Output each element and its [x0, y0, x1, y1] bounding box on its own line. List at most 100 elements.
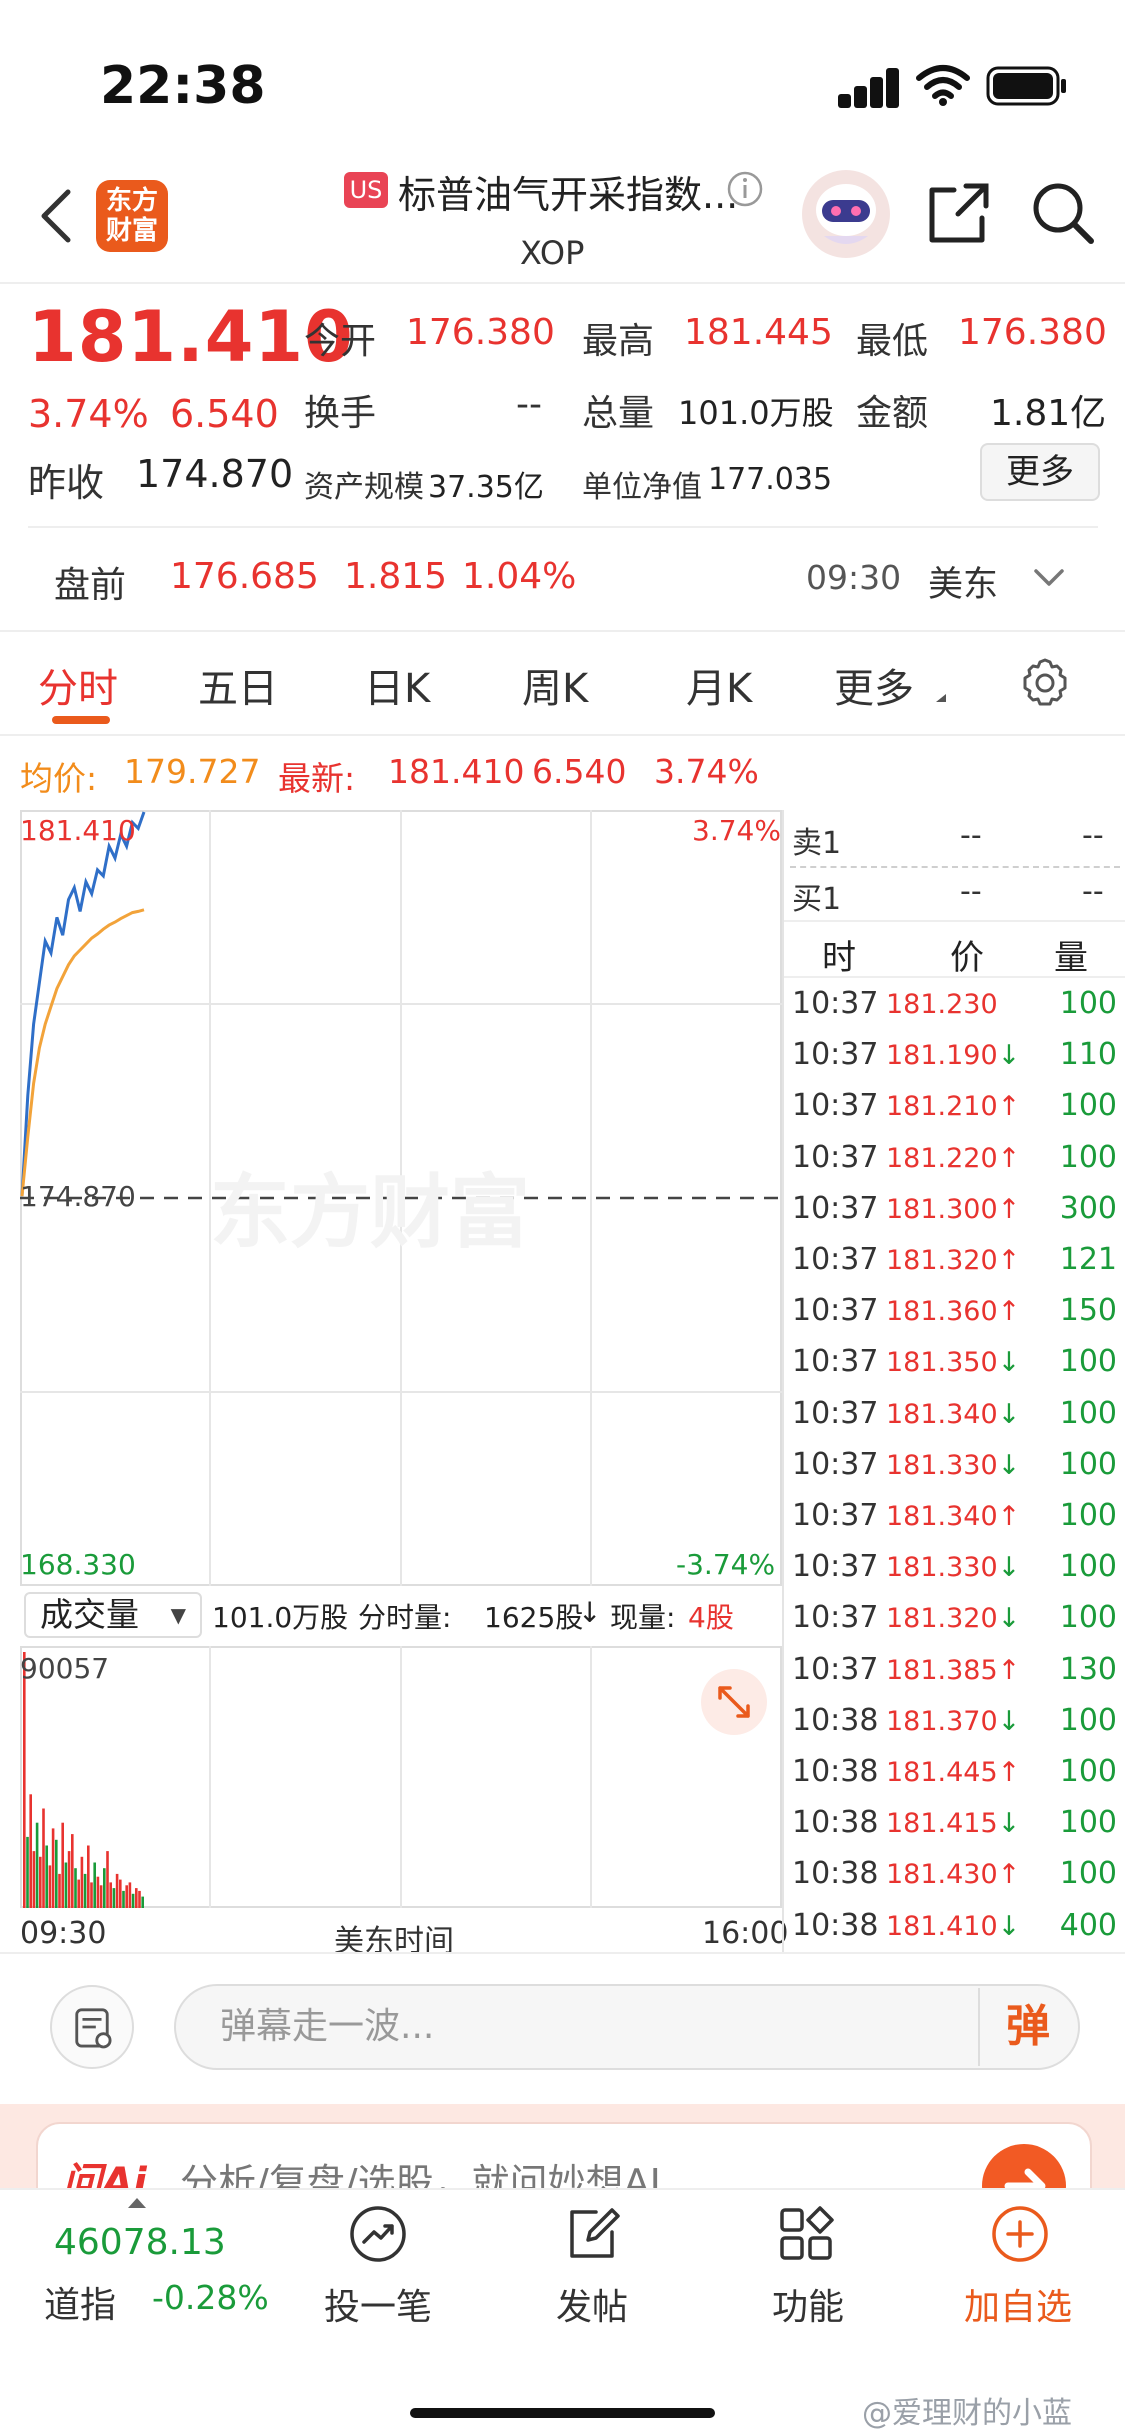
trade-row: 10:37 181.220↑ 100	[790, 1134, 1125, 1185]
trade-volume: 100	[1059, 1139, 1117, 1175]
arrow-up-icon: ↑	[997, 1296, 1021, 1328]
ai-robot-avatar-icon[interactable]	[800, 168, 892, 260]
tab-intraday[interactable]: 分时	[38, 656, 118, 714]
invest-chart-icon[interactable]	[348, 2204, 408, 2264]
change-percent: 3.74%	[28, 392, 149, 436]
trade-price: 181.385↑	[886, 1654, 1021, 1686]
trade-volume: 300	[1059, 1190, 1117, 1226]
tab-five-day[interactable]: 五日	[198, 656, 278, 714]
trade-time: 10:38	[792, 1805, 879, 1841]
trade-row: 10:37 181.320↓ 100	[790, 1594, 1125, 1645]
arrow-down-icon: ↓	[997, 1398, 1021, 1430]
arrow-down-icon: ↓	[997, 1910, 1021, 1942]
danmu-send-button[interactable]: 弹	[978, 1988, 1076, 2066]
battery-icon	[986, 66, 1066, 106]
expand-chart-icon[interactable]	[700, 1668, 768, 1736]
info-icon[interactable]	[726, 170, 764, 208]
arrow-up-icon: ↑	[997, 1501, 1021, 1532]
arrow-up-icon: ↑	[997, 1245, 1021, 1276]
arrow-down-icon: ↓	[997, 1603, 1021, 1635]
trade-row: 10:38 181.445↑ 100	[790, 1748, 1125, 1799]
dow-index-value[interactable]: 46078.13	[54, 2222, 226, 2263]
weibo-watermark: @爱理财的小蓝	[862, 2396, 1072, 2431]
y-axis-top-price: 181.410	[20, 814, 136, 847]
tab-daily-k[interactable]: 日K	[364, 656, 430, 714]
trade-time: 10:38	[792, 1907, 879, 1943]
low-value: 176.380	[958, 312, 1107, 353]
chevron-down-icon[interactable]	[1032, 566, 1066, 590]
sell1-label: 卖1	[792, 826, 842, 861]
functions-grid-icon[interactable]	[776, 2204, 836, 2264]
nav-invest[interactable]: 投一笔	[324, 2278, 432, 2330]
tab-weekly-k[interactable]: 周K	[522, 656, 588, 714]
buy1-volume: --	[1082, 874, 1104, 909]
volume-chart[interactable]	[20, 1646, 782, 1908]
post-edit-icon[interactable]	[562, 2204, 622, 2264]
danmu-settings-icon[interactable]	[50, 1985, 134, 2069]
more-quote-button[interactable]: 更多	[980, 443, 1100, 501]
nav-functions[interactable]: 功能	[772, 2278, 844, 2330]
trade-time: 10:37	[792, 1190, 879, 1226]
danmu-input[interactable]: 弹幕走一波...	[174, 1984, 1080, 2070]
nav-post[interactable]: 发帖	[556, 2278, 628, 2330]
trade-price: 181.370↓	[886, 1705, 1021, 1737]
volume-bar	[45, 1845, 48, 1908]
trades-header-divider	[784, 976, 1125, 978]
tab-monthly-k[interactable]: 月K	[686, 656, 752, 714]
sell1-price: --	[960, 818, 982, 853]
volume-bar	[103, 1868, 106, 1908]
arrow-up-icon: ↑	[997, 1654, 1021, 1686]
trade-volume: 100	[1059, 1498, 1117, 1533]
indicator-select[interactable]: 成交量 ▼	[24, 1592, 202, 1638]
low-label: 最低	[856, 321, 929, 362]
amount-label: 金额	[856, 393, 929, 434]
dow-index-name[interactable]: 道指	[44, 2276, 116, 2328]
premarket-price: 176.685	[170, 556, 319, 597]
add-watchlist-plus-icon[interactable]	[990, 2204, 1050, 2264]
volume-bar	[48, 1865, 52, 1908]
trade-volume: 100	[1059, 1754, 1117, 1789]
latest-price: 181.410	[388, 752, 525, 791]
trade-time: 10:37	[792, 1549, 879, 1585]
prev-close-value: 174.870	[136, 452, 294, 496]
volume-bar	[61, 1822, 64, 1908]
dow-index-change[interactable]: -0.28%	[152, 2278, 269, 2317]
quote-divider	[28, 526, 1098, 528]
arrow-up-icon: ↑	[997, 1091, 1021, 1123]
trade-row: 10:37 181.350↓ 100	[790, 1338, 1125, 1389]
back-icon[interactable]	[36, 186, 76, 246]
search-icon[interactable]	[1030, 180, 1096, 246]
trade-time: 10:37	[792, 1088, 879, 1124]
volume-bar	[58, 1873, 61, 1908]
eastmoney-logo: 东方 财富	[96, 180, 168, 252]
trade-price: 181.330↓	[886, 1552, 1021, 1584]
trade-time: 10:38	[792, 1754, 879, 1789]
turnover-value: --	[516, 384, 542, 425]
current-volume-value: 4股	[688, 1601, 734, 1634]
wifi-icon	[916, 65, 970, 106]
trade-volume: 110	[1059, 1037, 1117, 1073]
stock-name[interactable]: 标普油气开采指数...	[398, 164, 738, 219]
high-value: 181.445	[684, 312, 833, 353]
chart-settings-gear-icon[interactable]	[1018, 656, 1072, 710]
nav-add-watchlist[interactable]: 加自选	[964, 2278, 1072, 2330]
trade-row: 10:37 181.340↑ 100	[790, 1492, 1125, 1543]
trade-time: 10:37	[792, 1242, 879, 1277]
trade-price: 181.210↑	[886, 1091, 1021, 1123]
volume-bar	[71, 1834, 74, 1908]
trade-row: 10:37 181.190↓ 110	[790, 1031, 1125, 1082]
arrow-down-icon: ↓	[997, 1347, 1021, 1379]
status-time: 22:38	[100, 56, 266, 116]
trades-col-time: 时	[822, 938, 856, 978]
trade-price: 181.330↓	[886, 1449, 1021, 1481]
trade-row: 10:37 181.340↓ 100	[790, 1390, 1125, 1441]
trade-row: 10:38 181.410↓ 400	[790, 1902, 1125, 1953]
volume-bar	[23, 1652, 26, 1908]
tab-more[interactable]: 更多	[834, 656, 914, 714]
trade-volume: 100	[1059, 1702, 1117, 1738]
trade-volume: 100	[1059, 1549, 1117, 1585]
y-axis-top-pct: 3.74%	[692, 814, 781, 847]
prev-close-label: 昨收	[28, 461, 105, 505]
share-icon[interactable]	[926, 180, 992, 246]
trade-time: 10:37	[792, 1293, 879, 1329]
